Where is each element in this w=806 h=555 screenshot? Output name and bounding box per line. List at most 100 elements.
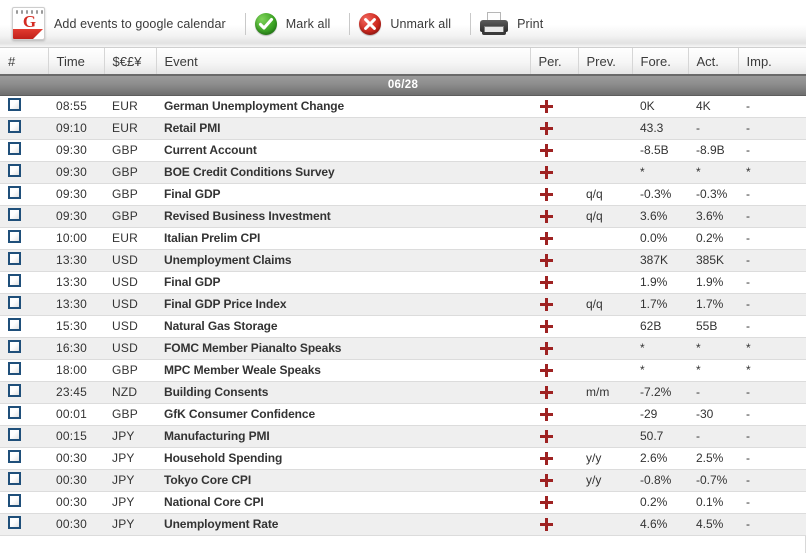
row-checkbox-cell[interactable]: [0, 315, 48, 338]
row-event[interactable]: Unemployment Claims: [156, 249, 530, 272]
table-row[interactable]: 18:00 GBP MPC Member Weale Speaks * * *: [0, 359, 806, 382]
row-expand-cell[interactable]: [530, 469, 578, 492]
table-row[interactable]: 09:30 GBP Revised Business Investment q/q 3.…: [0, 205, 806, 228]
row-expand-cell[interactable]: [530, 205, 578, 228]
row-checkbox[interactable]: [8, 406, 21, 419]
row-event[interactable]: Final GDP: [156, 271, 530, 294]
table-row[interactable]: 09:30 GBP BOE Credit Conditions Survey * * *: [0, 161, 806, 184]
row-checkbox[interactable]: [8, 164, 21, 177]
plus-icon[interactable]: [540, 496, 553, 510]
row-checkbox-cell[interactable]: [0, 161, 48, 184]
row-checkbox-cell[interactable]: [0, 469, 48, 492]
row-event[interactable]: Retail PMI: [156, 117, 530, 140]
table-row[interactable]: 13:30 USD Unemployment Claims 387K 385K -: [0, 249, 806, 272]
row-checkbox-cell[interactable]: [0, 293, 48, 316]
row-expand-cell[interactable]: [530, 95, 578, 118]
row-event[interactable]: MPC Member Weale Speaks: [156, 359, 530, 382]
row-expand-cell[interactable]: [530, 315, 578, 338]
row-expand-cell[interactable]: [530, 271, 578, 294]
header-num[interactable]: #: [0, 48, 49, 76]
table-row[interactable]: 09:30 GBP Final GDP q/q -0.3% -0.3% -: [0, 183, 806, 206]
row-checkbox[interactable]: [8, 516, 21, 529]
table-row[interactable]: 00:15 JPY Manufacturing PMI 50.7- -: [0, 425, 806, 448]
row-checkbox[interactable]: [8, 318, 21, 331]
row-expand-cell[interactable]: [530, 249, 578, 272]
row-checkbox[interactable]: [8, 120, 21, 133]
row-checkbox-cell[interactable]: [0, 513, 48, 536]
row-checkbox-cell[interactable]: [0, 249, 48, 272]
row-checkbox-cell[interactable]: [0, 183, 48, 206]
row-expand-cell[interactable]: [530, 447, 578, 470]
row-expand-cell[interactable]: [530, 337, 578, 360]
plus-icon[interactable]: [540, 364, 553, 378]
row-checkbox[interactable]: [8, 362, 21, 375]
header-time[interactable]: Time: [48, 48, 105, 76]
row-checkbox-cell[interactable]: [0, 381, 48, 404]
plus-icon[interactable]: [540, 122, 553, 136]
row-event[interactable]: Final GDP: [156, 183, 530, 206]
unmark-all-button[interactable]: Unmark all: [359, 4, 461, 44]
add-to-google-calendar-button[interactable]: G Add events to google calendar: [12, 4, 236, 44]
row-checkbox-cell[interactable]: [0, 271, 48, 294]
row-expand-cell[interactable]: [530, 293, 578, 316]
plus-icon[interactable]: [540, 452, 553, 466]
row-expand-cell[interactable]: [530, 139, 578, 162]
mark-all-button[interactable]: Mark all: [254, 4, 341, 44]
row-checkbox[interactable]: [8, 230, 21, 243]
row-event[interactable]: Natural Gas Storage: [156, 315, 530, 338]
row-checkbox-cell[interactable]: [0, 425, 48, 448]
row-expand-cell[interactable]: [530, 381, 578, 404]
row-event[interactable]: Final GDP Price Index: [156, 293, 530, 316]
table-row[interactable]: 09:30 GBP Current Account -8.5B -8.9B -: [0, 139, 806, 162]
plus-icon[interactable]: [540, 408, 553, 422]
row-event[interactable]: BOE Credit Conditions Survey: [156, 161, 530, 184]
table-row[interactable]: 09:10 EUR Retail PMI 43.3- -: [0, 117, 806, 140]
plus-icon[interactable]: [540, 518, 553, 532]
row-expand-cell[interactable]: [530, 491, 578, 514]
row-event[interactable]: Italian Prelim CPI: [156, 227, 530, 250]
row-event[interactable]: Revised Business Investment: [156, 205, 530, 228]
table-row[interactable]: 15:30 USD Natural Gas Storage 62B 55B -: [0, 315, 806, 338]
plus-icon[interactable]: [540, 276, 553, 290]
plus-icon[interactable]: [540, 342, 553, 356]
row-checkbox-cell[interactable]: [0, 117, 48, 140]
row-checkbox-cell[interactable]: [0, 359, 48, 382]
table-row[interactable]: 00:01 GBP GfK Consumer Confidence -29 -30-: [0, 403, 806, 426]
row-checkbox[interactable]: [8, 186, 21, 199]
table-row[interactable]: 23:45 NZD Building Consents m/m -7.2% - -: [0, 381, 806, 404]
row-checkbox[interactable]: [8, 340, 21, 353]
row-event[interactable]: National Core CPI: [156, 491, 530, 514]
row-event[interactable]: Current Account: [156, 139, 530, 162]
header-imp[interactable]: Imp.: [738, 48, 806, 76]
table-row[interactable]: 13:30 USD Final GDP 1.9% 1.9% -: [0, 271, 806, 294]
row-checkbox-cell[interactable]: [0, 227, 48, 250]
row-event[interactable]: GfK Consumer Confidence: [156, 403, 530, 426]
header-event[interactable]: Event: [156, 48, 531, 76]
row-checkbox[interactable]: [8, 252, 21, 265]
row-checkbox-cell[interactable]: [0, 403, 48, 426]
plus-icon[interactable]: [540, 474, 553, 488]
header-fore[interactable]: Fore.: [632, 48, 689, 76]
row-expand-cell[interactable]: [530, 513, 578, 536]
row-checkbox[interactable]: [8, 472, 21, 485]
table-row[interactable]: 00:30 JPY National Core CPI 0.2% 0.1% -: [0, 491, 806, 514]
row-checkbox[interactable]: [8, 428, 21, 441]
plus-icon[interactable]: [540, 188, 553, 202]
table-row[interactable]: 08:55 EUR German Unemployment Change 0K 4K -: [0, 95, 806, 118]
plus-icon[interactable]: [540, 232, 553, 246]
row-checkbox-cell[interactable]: [0, 491, 48, 514]
row-expand-cell[interactable]: [530, 425, 578, 448]
row-checkbox[interactable]: [8, 274, 21, 287]
row-checkbox-cell[interactable]: [0, 205, 48, 228]
plus-icon[interactable]: [540, 144, 553, 158]
row-checkbox[interactable]: [8, 494, 21, 507]
row-event[interactable]: Manufacturing PMI: [156, 425, 530, 448]
row-event[interactable]: Household Spending: [156, 447, 530, 470]
row-expand-cell[interactable]: [530, 227, 578, 250]
row-checkbox[interactable]: [8, 142, 21, 155]
header-act[interactable]: Act.: [688, 48, 739, 76]
plus-icon[interactable]: [540, 320, 553, 334]
row-expand-cell[interactable]: [530, 359, 578, 382]
row-checkbox[interactable]: [8, 450, 21, 463]
plus-icon[interactable]: [540, 254, 553, 268]
